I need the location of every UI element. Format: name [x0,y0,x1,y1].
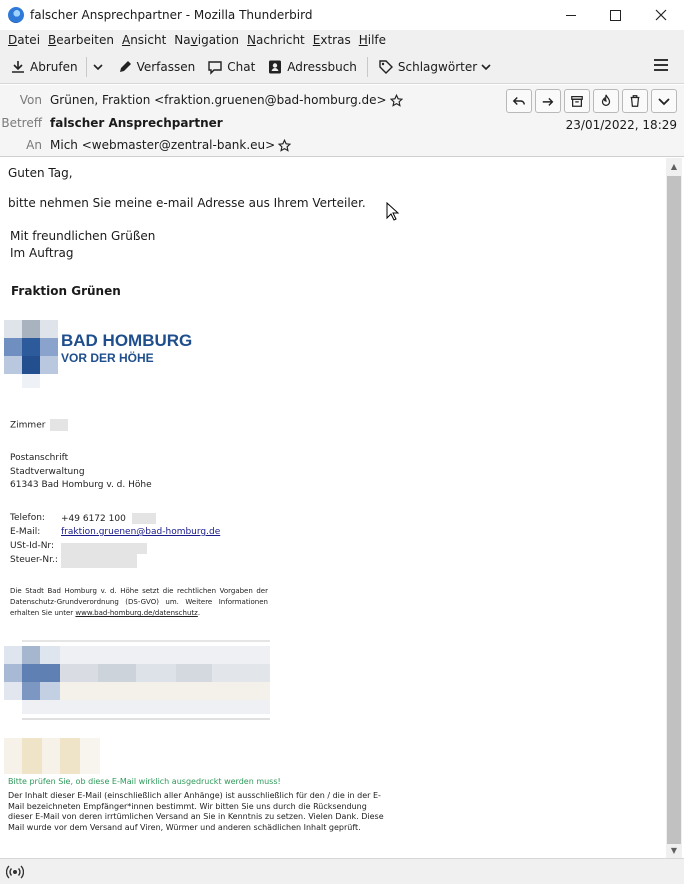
telefon-value: +49 6172 100 [61,514,126,524]
from-label: Von [19,93,42,107]
logo-subtitle: VOR DER HÖHE [61,351,154,365]
logo-title: BAD HOMBURG [61,331,193,350]
closing-text: Mit freundlichen Grüßen [10,229,156,243]
body-line: bitte nehmen Sie meine e-mail Adresse au… [8,196,366,210]
adressbuch-button[interactable]: Adressbuch [261,54,363,80]
mouse-cursor-icon [386,202,400,221]
junk-button[interactable] [593,89,619,113]
print-notice: Bitte prüfen Sie, ob diese E-Mail wirkli… [8,777,281,786]
toolbar-separator [366,56,368,77]
steuer-label: Steuer-Nr.: [10,555,58,565]
chat-button[interactable]: Chat [201,54,261,80]
schlagwoerter-button[interactable]: Schlagwörter [372,54,497,80]
menu-bearbeiten[interactable]: Bearbeiten [44,33,118,47]
redacted-block [50,419,69,431]
menu-extras[interactable]: Extras [309,33,355,47]
greeting-text: Guten Tag, [8,166,73,180]
address-city-text: 61343 Bad Homburg v. d. Höhe [10,480,152,490]
chevron-down-icon [658,98,670,106]
archive-button[interactable] [564,89,590,113]
subject-value: falscher Ansprechpartner [50,116,223,130]
period-text: . [197,609,201,617]
online-status-icon[interactable] [6,865,24,879]
disclaimer-text: Der Inhalt dieser E-Mail (einschließlich… [8,791,384,832]
closing-text-2: Im Auftrag [10,246,74,260]
more-button[interactable] [651,89,677,113]
scroll-up-arrow-icon[interactable]: ▲ [666,158,682,174]
abrufen-dropdown-button[interactable] [89,54,111,80]
app-menu-button[interactable] [654,59,668,74]
sender-name: Fraktion Grünen [11,284,121,298]
minimize-button[interactable] [548,0,594,30]
email-label: E-Mail: [10,527,41,537]
forward-button[interactable] [535,89,561,113]
zimmer-label: Zimmer [10,419,69,431]
reply-icon [512,97,525,105]
menu-datei[interactable]: Datei [4,33,44,47]
abrufen-label: Abrufen [30,59,78,74]
star-icon[interactable] [389,93,403,107]
scroll-down-arrow-icon[interactable]: ▼ [666,842,682,858]
datenschutz-paragraph: Die Stadt Bad Homburg v. d. Höhe setzt d… [10,586,268,619]
chevron-down-icon [481,63,491,70]
status-bar [0,858,684,884]
trash-icon [630,95,640,107]
thunderbird-logo-icon [8,7,24,23]
address-book-icon [269,60,282,73]
zimmer-text: Zimmer [10,420,46,431]
abrufen-button[interactable]: Abrufen [4,54,84,80]
menu-bar: Datei Bearbeiten Ansicht Navigation Nach… [0,30,684,50]
chat-icon [208,60,222,75]
to-value[interactable]: Mich <webmaster@zentral-bank.eu> [50,138,275,152]
title-bar: falscher Ansprechpartner - Mozilla Thund… [0,0,684,30]
delete-button[interactable] [622,89,648,113]
telefon-label: Telefon: [10,513,45,523]
tag-icon [379,59,393,74]
maximize-button[interactable] [592,0,638,30]
main-toolbar: Abrufen Verfassen Chat Adressbuch Schlag… [0,50,684,84]
verfassen-label: Verfassen [136,59,196,74]
pencil-icon [119,60,131,72]
verfassen-button[interactable]: Verfassen [111,54,202,80]
chevron-down-icon [93,63,103,70]
message-body: Guten Tag, bitte nehmen Sie meine e-mail… [0,158,666,858]
star-icon[interactable] [278,138,292,152]
toolbar-separator [85,56,87,77]
menu-nachricht[interactable]: Nachricht [243,33,309,47]
stadtverwaltung-text: Stadtverwaltung [10,467,85,477]
vertical-scrollbar[interactable]: ▲ ▼ [666,158,682,858]
email-link[interactable]: fraktion.gruenen@bad-homburg.de [61,527,220,537]
archive-icon [571,96,583,107]
message-date: 23/01/2022, 18:29 [565,118,677,132]
datenschutz-link[interactable]: www.bad-homburg.de/datenschutz [75,609,197,617]
menu-hilfe[interactable]: Hilfe [355,33,390,47]
from-value[interactable]: Grünen, Fraktion <fraktion.gruenen@bad-h… [50,93,387,107]
message-header: Von Grünen, Fraktion <fraktion.gruenen@b… [0,85,684,157]
postanschrift-text: Postanschrift [10,453,69,463]
junk-flame-icon [601,94,611,106]
menu-navigation[interactable]: Navigation [170,33,243,47]
window-title: falscher Ansprechpartner - Mozilla Thund… [30,8,313,22]
header-action-buttons [503,89,677,113]
schlagwoerter-label: Schlagwörter [397,59,478,74]
subject-label: Betreff [1,116,42,130]
scrollbar-thumb[interactable] [667,176,681,844]
menu-ansicht[interactable]: Ansicht [118,33,170,47]
forward-icon [542,97,554,106]
download-icon [12,60,24,73]
to-label: An [26,138,42,152]
redacted-block [61,553,137,568]
ust-label: USt-Id-Nr: [10,541,54,551]
close-button[interactable] [638,0,684,30]
redacted-block [131,513,156,524]
reply-button[interactable] [506,89,532,113]
adressbuch-label: Adressbuch [287,59,357,74]
chat-label: Chat [227,59,256,74]
